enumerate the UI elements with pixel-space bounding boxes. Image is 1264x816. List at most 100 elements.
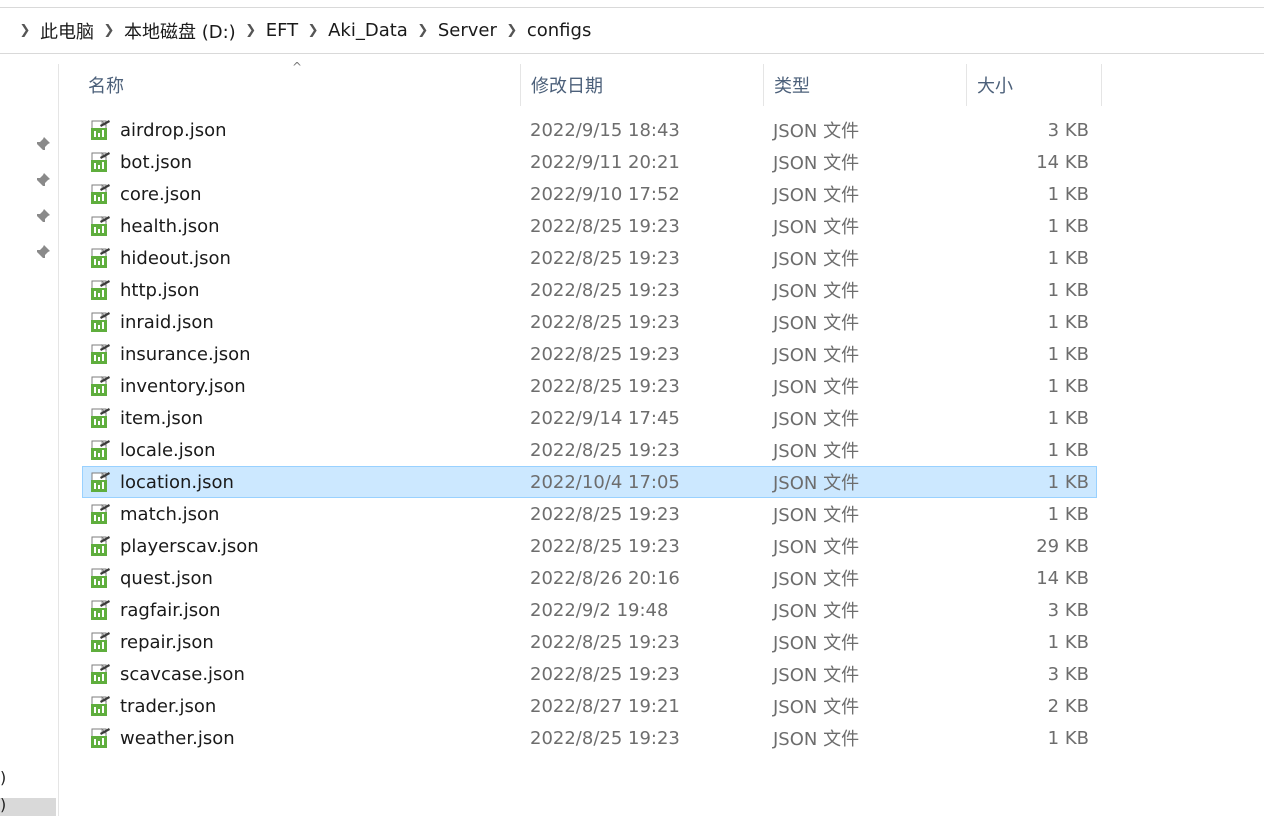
column-header-label: 修改日期 xyxy=(531,76,603,97)
breadcrumb-label[interactable]: configs xyxy=(523,20,595,41)
file-name-cell: bot.json xyxy=(83,151,521,173)
file-size: 1 KB xyxy=(1047,279,1089,301)
json-file-icon xyxy=(91,504,110,524)
file-type: JSON 文件 xyxy=(773,121,860,142)
file-name-cell: hideout.json xyxy=(83,247,521,269)
file-type: JSON 文件 xyxy=(773,569,860,590)
pin-icon[interactable] xyxy=(35,208,51,224)
file-date: 2022/8/25 19:23 xyxy=(530,727,680,749)
chevron-right-icon[interactable]: ❯ xyxy=(240,23,262,38)
file-size: 14 KB xyxy=(1036,567,1089,589)
pin-icon[interactable] xyxy=(35,172,51,188)
chevron-right-icon[interactable]: ❯ xyxy=(98,23,120,38)
breadcrumb-label[interactable]: EFT xyxy=(262,20,302,41)
column-header-label: 类型 xyxy=(774,76,810,97)
file-row[interactable]: health.json 2022/8/25 19:23 JSON 文件 1 KB xyxy=(82,210,1097,242)
file-name: hideout.json xyxy=(120,247,231,269)
json-file-icon xyxy=(91,728,110,748)
json-file-icon xyxy=(91,632,110,652)
breadcrumb-label[interactable]: 本地磁盘 (D:) xyxy=(120,18,240,44)
file-date: 2022/9/10 17:52 xyxy=(530,183,680,205)
breadcrumb-item-server[interactable]: ❯ Server xyxy=(412,20,501,41)
file-size: 14 KB xyxy=(1036,151,1089,173)
breadcrumb-item-eft[interactable]: ❯ EFT xyxy=(240,20,302,41)
file-name-cell: quest.json xyxy=(83,567,521,589)
file-row[interactable]: airdrop.json 2022/9/15 18:43 JSON 文件 3 K… xyxy=(82,114,1097,146)
file-row[interactable]: http.json 2022/8/25 19:23 JSON 文件 1 KB xyxy=(82,274,1097,306)
file-row[interactable]: core.json 2022/9/10 17:52 JSON 文件 1 KB xyxy=(82,178,1097,210)
file-row[interactable]: scavcase.json 2022/8/25 19:23 JSON 文件 3 … xyxy=(82,658,1097,690)
breadcrumb-item-aki-data[interactable]: ❯ Aki_Data xyxy=(302,20,412,41)
file-size: 1 KB xyxy=(1047,407,1089,429)
chevron-right-icon[interactable]: ❯ xyxy=(501,23,523,38)
breadcrumb-label[interactable]: Server xyxy=(434,20,501,41)
file-name: airdrop.json xyxy=(120,119,227,141)
nav-item-fragment[interactable]: ) xyxy=(0,768,6,787)
breadcrumb-item-configs[interactable]: ❯ configs xyxy=(501,20,595,41)
file-name-cell: core.json xyxy=(83,183,521,205)
file-row[interactable]: hideout.json 2022/8/25 19:23 JSON 文件 1 K… xyxy=(82,242,1097,274)
file-row[interactable]: match.json 2022/8/25 19:23 JSON 文件 1 KB xyxy=(82,498,1097,530)
pin-icon[interactable] xyxy=(35,136,51,152)
address-bar[interactable]: ❯ 此电脑 ❯ 本地磁盘 (D:) ❯ EFT ❯ Aki_Data ❯ Ser… xyxy=(0,8,1264,54)
json-file-icon xyxy=(91,536,110,556)
file-row[interactable]: repair.json 2022/8/25 19:23 JSON 文件 1 KB xyxy=(82,626,1097,658)
file-size: 1 KB xyxy=(1047,311,1089,333)
column-header-name[interactable]: ^ 名称 xyxy=(80,60,521,106)
file-row[interactable]: playerscav.json 2022/8/25 19:23 JSON 文件 … xyxy=(82,530,1097,562)
file-size: 1 KB xyxy=(1047,503,1089,525)
file-size: 1 KB xyxy=(1047,439,1089,461)
file-row-selected[interactable]: location.json 2022/10/4 17:05 JSON 文件 1 … xyxy=(82,466,1097,498)
file-row[interactable]: bot.json 2022/9/11 20:21 JSON 文件 14 KB xyxy=(82,146,1097,178)
json-file-icon xyxy=(91,344,110,364)
file-row[interactable]: insurance.json 2022/8/25 19:23 JSON 文件 1… xyxy=(82,338,1097,370)
file-name: weather.json xyxy=(120,727,235,749)
json-file-icon xyxy=(91,664,110,684)
breadcrumb-label[interactable]: 此电脑 xyxy=(36,18,98,44)
file-row[interactable]: locale.json 2022/8/25 19:23 JSON 文件 1 KB xyxy=(82,434,1097,466)
breadcrumb: ❯ 此电脑 ❯ 本地磁盘 (D:) ❯ EFT ❯ Aki_Data ❯ Ser… xyxy=(14,18,595,44)
pin-icon[interactable] xyxy=(35,244,51,260)
file-size: 1 KB xyxy=(1047,375,1089,397)
file-name: location.json xyxy=(120,471,234,493)
breadcrumb-label[interactable]: Aki_Data xyxy=(324,20,412,41)
file-size: 1 KB xyxy=(1047,471,1089,493)
file-size: 1 KB xyxy=(1047,631,1089,653)
file-size: 3 KB xyxy=(1047,599,1089,621)
file-type: JSON 文件 xyxy=(773,441,860,462)
breadcrumb-item-this-pc[interactable]: ❯ 此电脑 xyxy=(14,18,98,44)
file-type: JSON 文件 xyxy=(773,633,860,654)
chevron-right-icon[interactable]: ❯ xyxy=(14,23,36,38)
file-row[interactable]: quest.json 2022/8/26 20:16 JSON 文件 14 KB xyxy=(82,562,1097,594)
file-row[interactable]: weather.json 2022/8/25 19:23 JSON 文件 1 K… xyxy=(82,722,1097,754)
file-type: JSON 文件 xyxy=(773,537,860,558)
json-file-icon xyxy=(91,472,110,492)
file-date: 2022/8/26 20:16 xyxy=(530,567,680,589)
file-name: bot.json xyxy=(120,151,193,173)
file-type: JSON 文件 xyxy=(773,345,860,366)
file-row[interactable]: trader.json 2022/8/27 19:21 JSON 文件 2 KB xyxy=(82,690,1097,722)
file-type: JSON 文件 xyxy=(773,249,860,270)
file-name: http.json xyxy=(120,279,200,301)
breadcrumb-item-drive-d[interactable]: ❯ 本地磁盘 (D:) xyxy=(98,18,240,44)
column-header-date[interactable]: 修改日期 xyxy=(521,64,764,106)
column-header-size[interactable]: 大小 xyxy=(967,64,1102,106)
file-name-cell: health.json xyxy=(83,215,521,237)
nav-item-selected[interactable]: ) xyxy=(0,795,56,816)
file-type: JSON 文件 xyxy=(773,601,860,622)
file-row[interactable]: inraid.json 2022/8/25 19:23 JSON 文件 1 KB xyxy=(82,306,1097,338)
file-date: 2022/8/25 19:23 xyxy=(530,311,680,333)
json-file-icon xyxy=(91,216,110,236)
file-name-cell: http.json xyxy=(83,279,521,301)
file-date: 2022/8/25 19:23 xyxy=(530,247,680,269)
column-header-type[interactable]: 类型 xyxy=(764,64,967,106)
chevron-right-icon[interactable]: ❯ xyxy=(412,23,434,38)
file-name-cell: weather.json xyxy=(83,727,521,749)
file-name-cell: inraid.json xyxy=(83,311,521,333)
file-row[interactable]: ragfair.json 2022/9/2 19:48 JSON 文件 3 KB xyxy=(82,594,1097,626)
file-size: 1 KB xyxy=(1047,183,1089,205)
file-row[interactable]: item.json 2022/9/14 17:45 JSON 文件 1 KB xyxy=(82,402,1097,434)
chevron-right-icon[interactable]: ❯ xyxy=(302,23,324,38)
file-row[interactable]: inventory.json 2022/8/25 19:23 JSON 文件 1… xyxy=(82,370,1097,402)
json-file-icon xyxy=(91,568,110,588)
